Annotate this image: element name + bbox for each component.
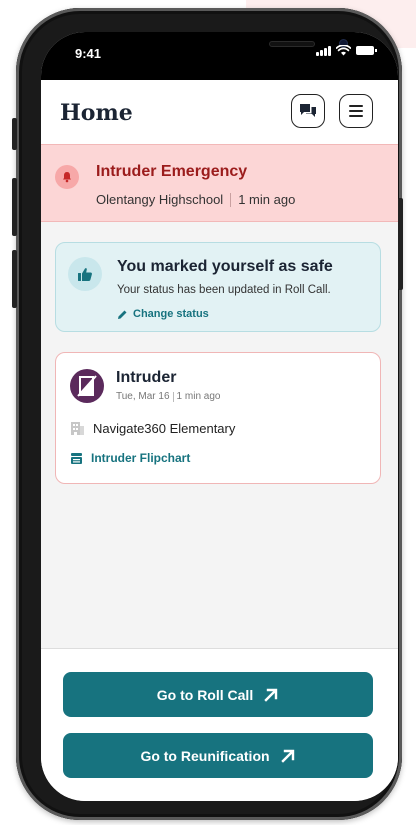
volume-down-button: [12, 250, 17, 308]
alert-time-ago: 1 min ago: [238, 192, 296, 207]
meta-divider: [172, 391, 174, 402]
event-card[interactable]: Intruder Tue, Mar 16 1 min ago Navigate3…: [55, 352, 381, 484]
thumbs-up-icon: [68, 257, 102, 291]
go-to-roll-call-button[interactable]: Go to Roll Call: [63, 672, 373, 717]
intruder-icon: [70, 369, 104, 403]
arrow-up-right-icon: [280, 749, 294, 763]
notch: [121, 32, 348, 62]
event-meta: Tue, Mar 16 1 min ago: [116, 391, 220, 402]
status-bar: 9:41: [41, 32, 398, 80]
system-icons: [316, 45, 377, 56]
speaker-grille: [269, 41, 315, 47]
event-building: Navigate360 Elementary: [70, 421, 235, 436]
reunification-label: Go to Reunification: [140, 747, 270, 764]
flipchart-icon: [71, 452, 82, 464]
wifi-icon: [336, 45, 351, 56]
safe-status-subtitle: Your status has been updated in Roll Cal…: [117, 284, 331, 296]
arrow-up-right-icon: [264, 688, 278, 702]
change-status-link[interactable]: Change status: [117, 308, 209, 320]
go-to-reunification-button[interactable]: Go to Reunification: [63, 733, 373, 778]
alert-meta: Olentangy Highschool 1 min ago: [96, 192, 295, 207]
event-date: Tue, Mar 16: [116, 391, 170, 402]
safe-status-card: You marked yourself as safe Your status …: [55, 242, 381, 332]
building-name: Navigate360 Elementary: [93, 421, 236, 436]
power-button: [398, 198, 403, 290]
alert-title: Intruder Emergency: [96, 163, 248, 180]
roll-call-label: Go to Roll Call: [156, 686, 254, 703]
event-time-ago: 1 min ago: [176, 391, 221, 402]
footer-actions: Go to Roll Call Go to Reunification: [41, 648, 398, 801]
page-title: Home: [60, 100, 133, 126]
change-status-label: Change status: [133, 308, 209, 320]
hamburger-icon: [349, 105, 363, 117]
status-time: 9:41: [75, 46, 102, 61]
meta-divider: [230, 192, 232, 207]
alert-bell-icon: [55, 165, 79, 189]
mute-switch: [12, 118, 17, 150]
intruder-flipchart-link[interactable]: Intruder Flipchart: [70, 451, 190, 465]
app-header: Home: [41, 80, 398, 144]
emergency-alert-banner[interactable]: Intruder Emergency Olentangy Highschool …: [41, 144, 398, 222]
volume-up-button: [12, 178, 17, 236]
signal-icon: [316, 45, 331, 56]
menu-button[interactable]: [339, 94, 373, 128]
phone-screen: 9:41 Home Intruder Emergency Olentangy H…: [41, 32, 398, 801]
safe-status-title: You marked yourself as safe: [117, 258, 333, 275]
flipchart-label: Intruder Flipchart: [91, 451, 191, 465]
pencil-icon: [118, 310, 127, 319]
event-title: Intruder: [116, 369, 177, 386]
building-icon: [71, 422, 84, 435]
battery-icon: [356, 46, 377, 55]
chat-bubbles-icon: [300, 104, 316, 117]
messages-button[interactable]: [291, 94, 325, 128]
alert-location: Olentangy Highschool: [96, 192, 224, 207]
